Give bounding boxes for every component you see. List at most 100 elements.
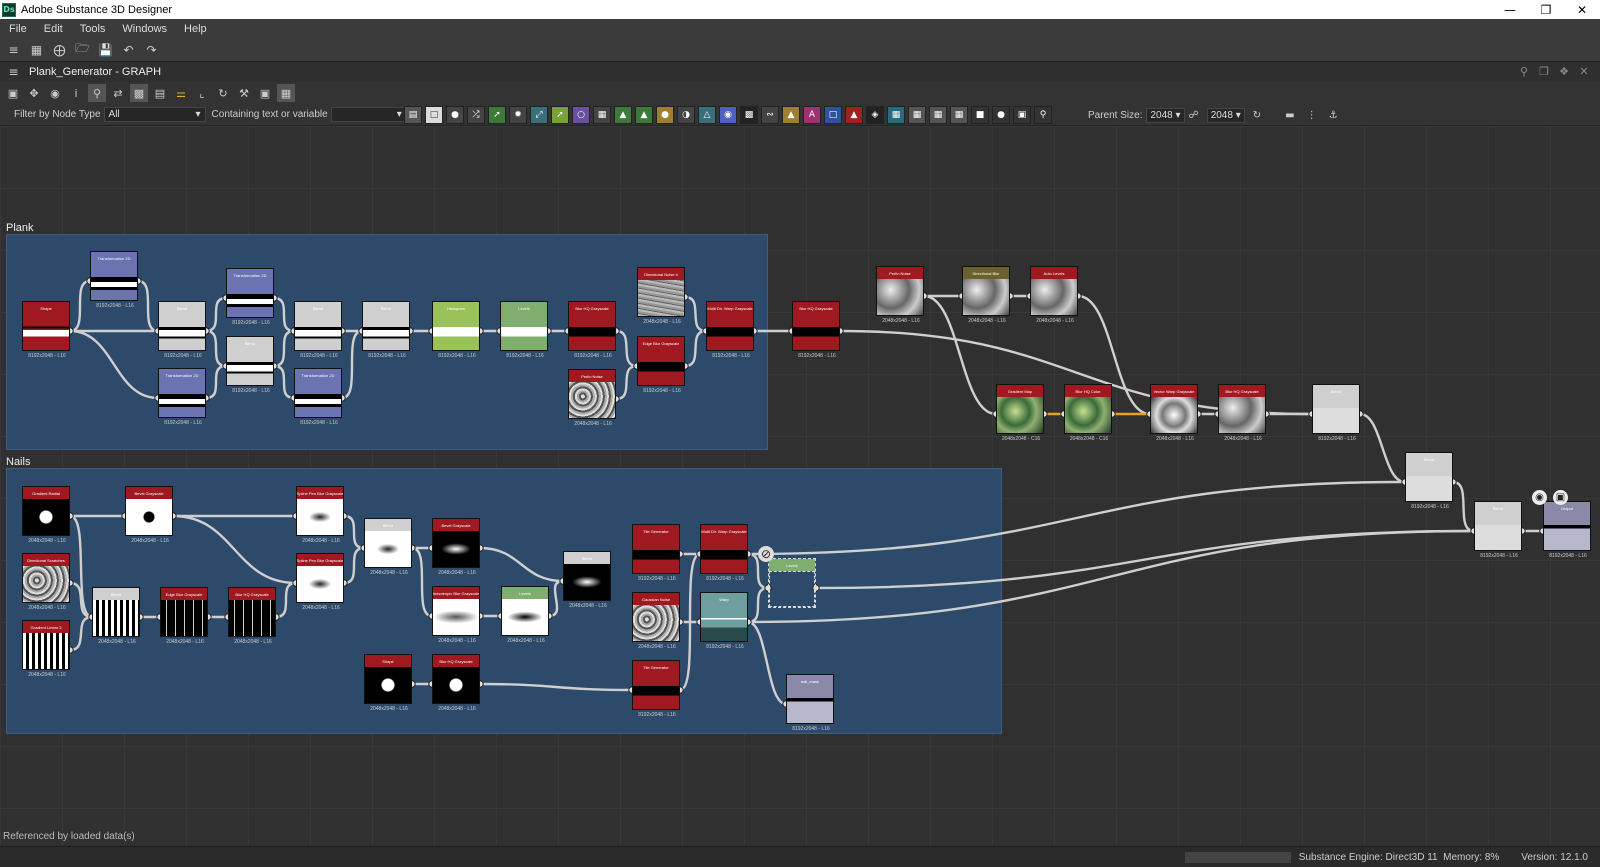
- node-n3[interactable]: Directional Scratches 2048x2048 - L16: [22, 553, 70, 611]
- info-icon[interactable]: i: [67, 84, 85, 102]
- bitmap-node-icon[interactable]: □: [425, 106, 443, 124]
- node-n22[interactable]: Levels: [768, 558, 816, 608]
- node-p16[interactable]: Multi Dir. Warp Grayscale 8192x2048 - L16: [706, 301, 754, 359]
- graph-instance-icon[interactable]: ▦: [950, 106, 968, 124]
- minimize-icon[interactable]: —: [1492, 0, 1528, 19]
- wire[interactable]: [747, 480, 1406, 556]
- node-p2[interactable]: Transformation 2D 8192x2048 - L16: [90, 251, 138, 309]
- close-icon[interactable]: ✕: [1564, 0, 1600, 19]
- hue-node-icon[interactable]: ◉: [719, 106, 737, 124]
- levels-node-icon[interactable]: ●: [656, 106, 674, 124]
- search-icon[interactable]: ⚲: [88, 84, 106, 102]
- navigation-icon[interactable]: ▣: [1013, 106, 1031, 124]
- restore-icon[interactable]: ❐: [1528, 0, 1564, 19]
- pan-icon[interactable]: ✥: [25, 84, 43, 102]
- pixel-processor-icon[interactable]: ▲: [845, 106, 863, 124]
- node-n16[interactable]: Blur HQ Grayscale 2048x2048 - L16: [432, 654, 480, 712]
- wire[interactable]: [69, 329, 159, 400]
- new-package-icon[interactable]: ⨁: [50, 40, 69, 59]
- node-w11[interactable]: Output 8192x2048 - L16: [1543, 501, 1591, 559]
- vertical-align-icon[interactable]: ⋮: [1307, 110, 1317, 121]
- atomic-node-icon[interactable]: ▤: [404, 106, 422, 124]
- node-n15[interactable]: Shape 2048x2048 - L16: [364, 654, 412, 712]
- float-icon[interactable]: ❐: [1534, 65, 1554, 78]
- wire[interactable]: [341, 329, 363, 400]
- node-n8[interactable]: Spline Pen Blur Grayscale 2048x2048 - L16: [296, 486, 344, 544]
- svg-node-icon[interactable]: ▦: [887, 106, 905, 124]
- node-n5[interactable]: Blend 2048x2048 - L16: [92, 587, 140, 645]
- graph-canvas[interactable]: Plank Nails Shape 8192x2048 - L16 Transfor…: [0, 126, 1600, 846]
- node-w3[interactable]: Auto Levels 2048x2048 - L16: [1030, 266, 1078, 324]
- align-icon[interactable]: ⇄: [109, 84, 127, 102]
- parent-height-select[interactable]: 2048 ▾: [1206, 107, 1245, 123]
- wire[interactable]: [747, 620, 787, 706]
- comment-icon[interactable]: ■: [971, 106, 989, 124]
- node-w7[interactable]: Blur HQ Grayscale 2048x2048 - L16: [1218, 384, 1266, 442]
- wire[interactable]: [615, 364, 638, 401]
- node-p9[interactable]: Blend 8192x2048 - L16: [362, 301, 410, 359]
- wire[interactable]: [479, 546, 564, 583]
- node-n21[interactable]: Warp 8192x2048 - L16: [700, 592, 748, 650]
- node-p1[interactable]: Shape 8192x2048 - L16: [22, 301, 70, 359]
- redo-icon[interactable]: ↷: [142, 40, 161, 59]
- menu-tools[interactable]: Tools: [71, 23, 114, 35]
- pin-icon[interactable]: ⚲: [1514, 65, 1534, 78]
- camera-icon[interactable]: ◉: [46, 84, 64, 102]
- node-n14[interactable]: Blend 2048x2048 - L16: [563, 551, 611, 609]
- fx-map-icon[interactable]: ◈: [866, 106, 884, 124]
- wire[interactable]: [615, 329, 638, 368]
- node-w6[interactable]: Vector Warp Grayscale 2048x2048 - L16: [1150, 384, 1198, 442]
- wire[interactable]: [205, 329, 227, 368]
- node-n18[interactable]: Gaussian Noise 2048x2048 - L16: [632, 592, 680, 650]
- node-p6[interactable]: Blend 8192x2048 - L16: [226, 336, 274, 394]
- node-n11[interactable]: Bevel Grayscale 2048x2048 - L16: [432, 518, 480, 576]
- tile-node-icon[interactable]: ▦: [593, 106, 611, 124]
- node-n20[interactable]: Multi Dir. Warp Grayscale 8192x2048 - L16: [700, 524, 748, 582]
- filter-text-select[interactable]: ▾: [330, 107, 407, 122]
- node-w9[interactable]: Blend 8192x2048 - L16: [1405, 452, 1453, 510]
- node-p7[interactable]: Blend 8192x2048 - L16: [294, 301, 342, 359]
- noise-node-icon[interactable]: ▩: [740, 106, 758, 124]
- wire[interactable]: [548, 579, 564, 618]
- text-node-icon[interactable]: A: [803, 106, 821, 124]
- frame-node-icon[interactable]: □: [824, 106, 842, 124]
- node-n13[interactable]: Levels 2048x2048 - L16: [501, 586, 549, 644]
- wire[interactable]: [205, 296, 227, 333]
- node-w4[interactable]: Gradient Map 2048x2048 - C16: [996, 384, 1044, 442]
- node-p12[interactable]: Blur HQ Grayscale 8192x2048 - L16: [568, 301, 616, 359]
- open-folder-icon[interactable]: 🗁: [73, 40, 92, 59]
- hsl-node-icon[interactable]: ○: [572, 106, 590, 124]
- anchor-icon[interactable]: ⚓: [1329, 110, 1338, 121]
- node-p10[interactable]: Histogram 8192x2048 - L16: [432, 301, 480, 359]
- wire[interactable]: [1359, 412, 1406, 484]
- wire[interactable]: [172, 514, 297, 585]
- wire[interactable]: [815, 529, 1475, 590]
- menu-windows[interactable]: Windows: [113, 23, 175, 35]
- node-n10[interactable]: Blend 2048x2048 - L16: [364, 518, 412, 576]
- node-w5[interactable]: Blur HQ Color 2048x2048 - C16: [1064, 384, 1112, 442]
- panel-close-icon[interactable]: ✕: [1574, 65, 1594, 78]
- output-node-icon[interactable]: ▦: [929, 106, 947, 124]
- rotate-icon[interactable]: ↻: [214, 84, 232, 102]
- node-n17[interactable]: Tile Generator 8192x2048 - L16: [632, 524, 680, 582]
- node-n19[interactable]: Tile Generator 8192x2048 - L16: [632, 660, 680, 718]
- emboss-node-icon[interactable]: ◑: [677, 106, 695, 124]
- connect-icon[interactable]: ⌞: [193, 84, 211, 102]
- wire[interactable]: [69, 615, 93, 652]
- wire[interactable]: [411, 546, 433, 618]
- blend-node-icon[interactable]: ▲: [635, 106, 653, 124]
- reset-size-icon[interactable]: ↻: [1253, 110, 1261, 121]
- histogram-node-icon[interactable]: △: [698, 106, 716, 124]
- curve-node-icon[interactable]: ➚: [488, 106, 506, 124]
- gradient-node-icon[interactable]: ➚: [551, 106, 569, 124]
- maximize-icon[interactable]: ❖: [1554, 65, 1574, 78]
- node-w8[interactable]: Blend 8192x2048 - L16: [1312, 384, 1360, 442]
- filter-type-select[interactable]: All ▾: [103, 107, 206, 122]
- explorer-icon[interactable]: ≡: [4, 40, 23, 59]
- node-p14[interactable]: Directional Noise 4 2048x2048 - L16: [637, 267, 685, 325]
- warp-node-icon[interactable]: ▲: [614, 106, 632, 124]
- node-p15[interactable]: Edge Blur Grayscale 8192x2048 - L16: [637, 336, 685, 394]
- node-p11[interactable]: Levels 8192x2048 - L16: [500, 301, 548, 359]
- link-nodes-icon[interactable]: ▬: [1285, 110, 1294, 121]
- node-n6[interactable]: Edge Blur Grayscale 2048x2048 - L16: [160, 587, 208, 645]
